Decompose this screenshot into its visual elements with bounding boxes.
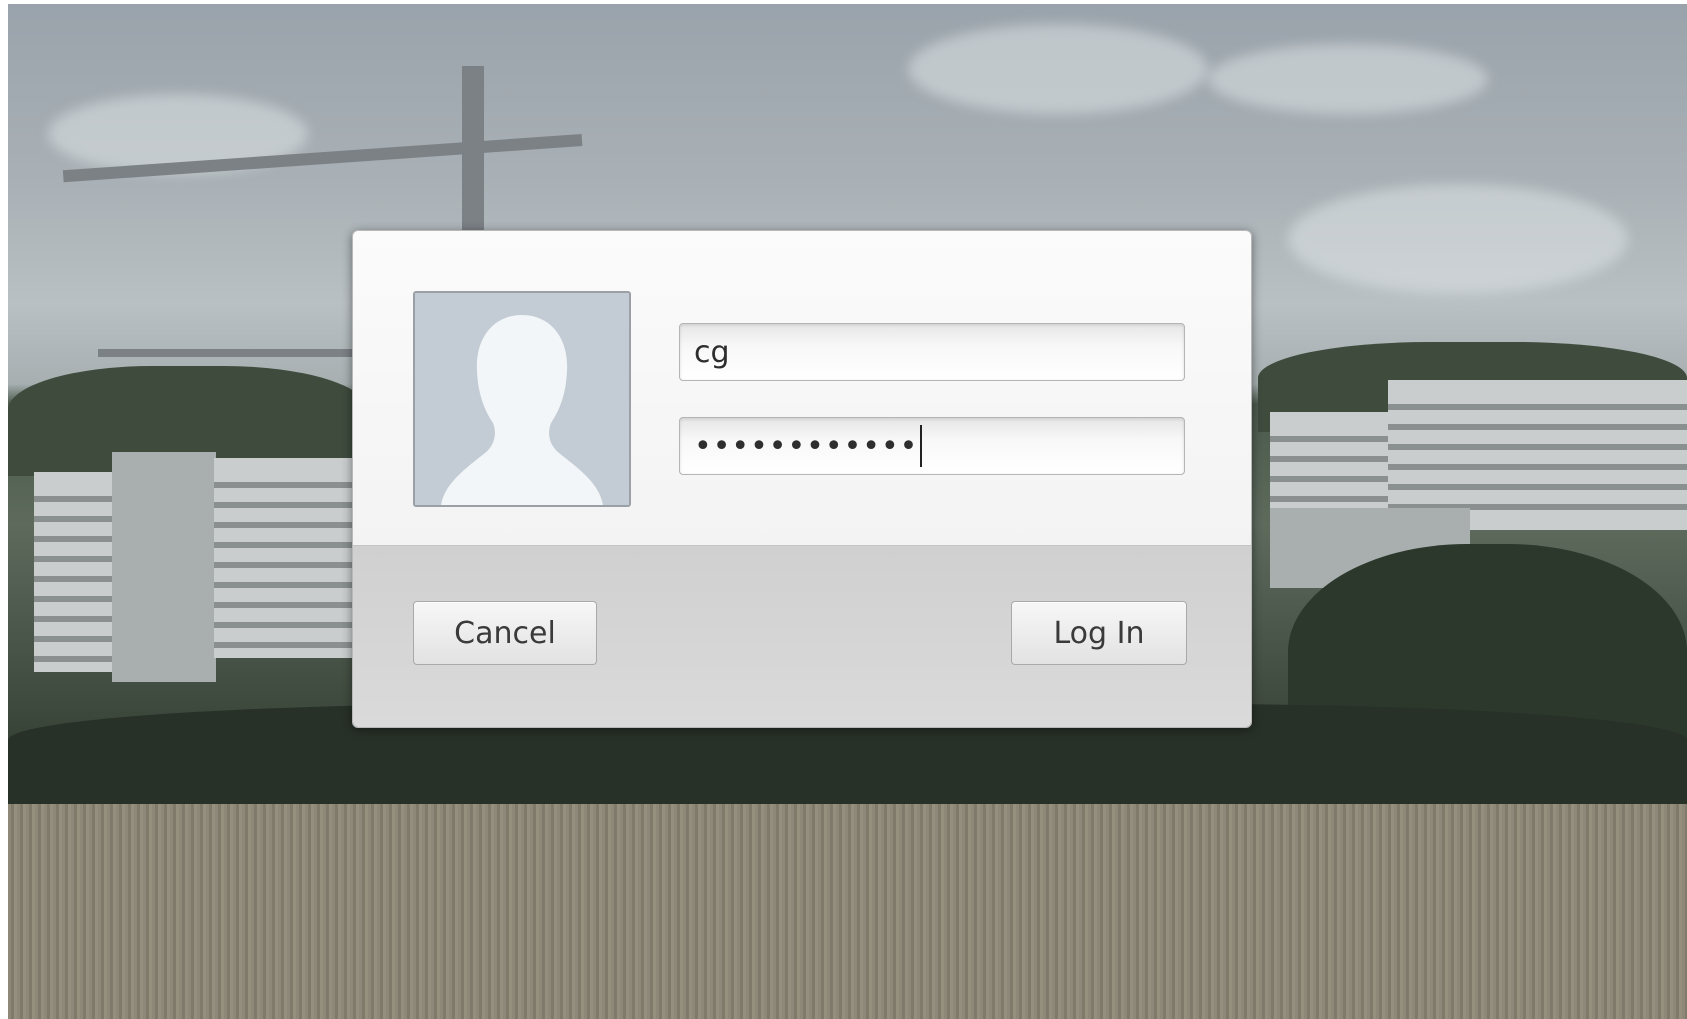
meadow [8,804,1687,1019]
text-caret [920,425,923,467]
password-field[interactable]: •••••••••••• [679,417,1185,475]
log-in-button-label: Log In [1053,615,1145,651]
cloud [908,24,1208,114]
building [112,452,216,682]
building [214,458,364,658]
cancel-button-label: Cancel [454,615,556,651]
login-dialog: cg •••••••••••• Cancel Log In [352,230,1252,728]
building [34,472,124,672]
login-dialog-body: cg •••••••••••• [353,231,1251,545]
username-field[interactable]: cg [679,323,1185,381]
cloud [1288,184,1628,294]
cancel-button[interactable]: Cancel [413,601,597,665]
password-value: •••••••••••• [694,428,919,464]
user-silhouette-icon [413,291,631,507]
username-value: cg [694,334,730,370]
cloud [1208,44,1488,114]
log-in-button[interactable]: Log In [1011,601,1187,665]
crane-lower-jib [98,349,368,357]
